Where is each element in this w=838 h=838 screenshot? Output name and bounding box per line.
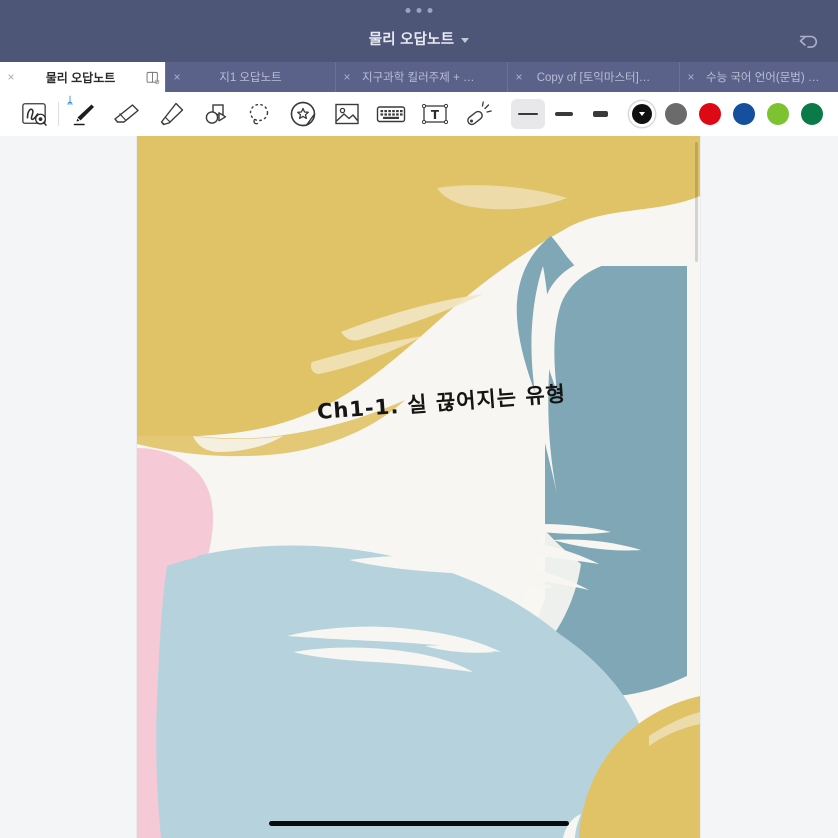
svg-text:T: T	[431, 108, 440, 122]
laser-pointer-icon[interactable]	[457, 94, 501, 134]
stroke-width-group	[511, 99, 617, 129]
page-artwork	[137, 136, 700, 838]
note-page[interactable]: Ch1-1. 실 끊어지는 유형	[137, 136, 700, 838]
lasso-select-icon[interactable]	[237, 94, 281, 134]
pen-icon[interactable]: ᛦ	[61, 94, 105, 134]
tab-close-button[interactable]: ×	[0, 71, 22, 83]
tab-close-button[interactable]: ×	[166, 71, 188, 83]
color-palette	[625, 97, 829, 131]
title-bar: 물리 오답노트	[0, 0, 838, 62]
tab-label: 물리 오답노트	[45, 70, 116, 85]
toolbar-divider	[58, 102, 59, 126]
bluetooth-icon: ᛦ	[67, 96, 73, 107]
image-icon[interactable]	[325, 94, 369, 134]
tab-label: 지구과학 킬러주제 + 단…	[362, 72, 486, 84]
color-dark-green[interactable]	[795, 97, 829, 131]
canvas-area[interactable]: Ch1-1. 실 끊어지는 유형	[0, 136, 838, 838]
color-blue[interactable]	[727, 97, 761, 131]
color-black[interactable]	[625, 97, 659, 131]
document-title-menu[interactable]: 물리 오답노트	[0, 28, 838, 49]
page-title: 물리 오답노트	[368, 32, 455, 48]
keyboard-icon[interactable]	[369, 94, 413, 134]
chevron-down-icon	[639, 112, 645, 116]
tab-2[interactable]: × 지구과학 킬러주제 + 단…	[336, 62, 508, 92]
tool-bar: ᛦ T	[0, 92, 838, 137]
undo-arrow-icon[interactable]	[796, 28, 822, 54]
eraser-icon[interactable]	[105, 94, 149, 134]
tab-close-button[interactable]: ×	[336, 71, 358, 83]
tab-close-button[interactable]: ×	[508, 71, 530, 83]
stroke-width-medium[interactable]	[547, 99, 581, 129]
tab-strip: × 물리 오답노트 × 지1 오답노트 × 지구과학 킬러주제 + 단… × C…	[0, 62, 838, 92]
split-view-icon[interactable]	[139, 70, 165, 85]
text-box-icon[interactable]: T	[413, 94, 457, 134]
sticker-icon[interactable]	[281, 94, 325, 134]
home-indicator	[269, 821, 569, 826]
app-window: 물리 오답노트 × 물리 오답노트 × 지1 오답노트 × 지구과학 킬러주제 …	[0, 0, 838, 838]
shapes-icon[interactable]	[193, 94, 237, 134]
color-red[interactable]	[693, 97, 727, 131]
drag-dots-icon[interactable]	[405, 8, 433, 13]
tab-label: 지1 오답노트	[219, 72, 282, 84]
tab-close-button[interactable]: ×	[680, 71, 702, 83]
tab-label: 수능 국어 언어(문법) 아…	[706, 72, 829, 84]
tab-label: Copy of [토익마스터]…	[536, 72, 651, 84]
color-gray[interactable]	[659, 97, 693, 131]
vertical-scrollbar[interactable]	[695, 142, 698, 262]
tab-4[interactable]: × 수능 국어 언어(문법) 아…	[680, 62, 838, 92]
tab-1[interactable]: × 지1 오답노트	[166, 62, 336, 92]
stroke-width-thin[interactable]	[511, 99, 545, 129]
stroke-width-thick[interactable]	[583, 99, 617, 129]
highlighter-icon[interactable]	[149, 94, 193, 134]
tab-3[interactable]: × Copy of [토익마스터]…	[508, 62, 680, 92]
chevron-down-icon	[461, 37, 470, 43]
color-light-green[interactable]	[761, 97, 795, 131]
handwriting-search-icon[interactable]	[12, 94, 56, 134]
tab-0[interactable]: × 물리 오답노트	[0, 62, 166, 92]
